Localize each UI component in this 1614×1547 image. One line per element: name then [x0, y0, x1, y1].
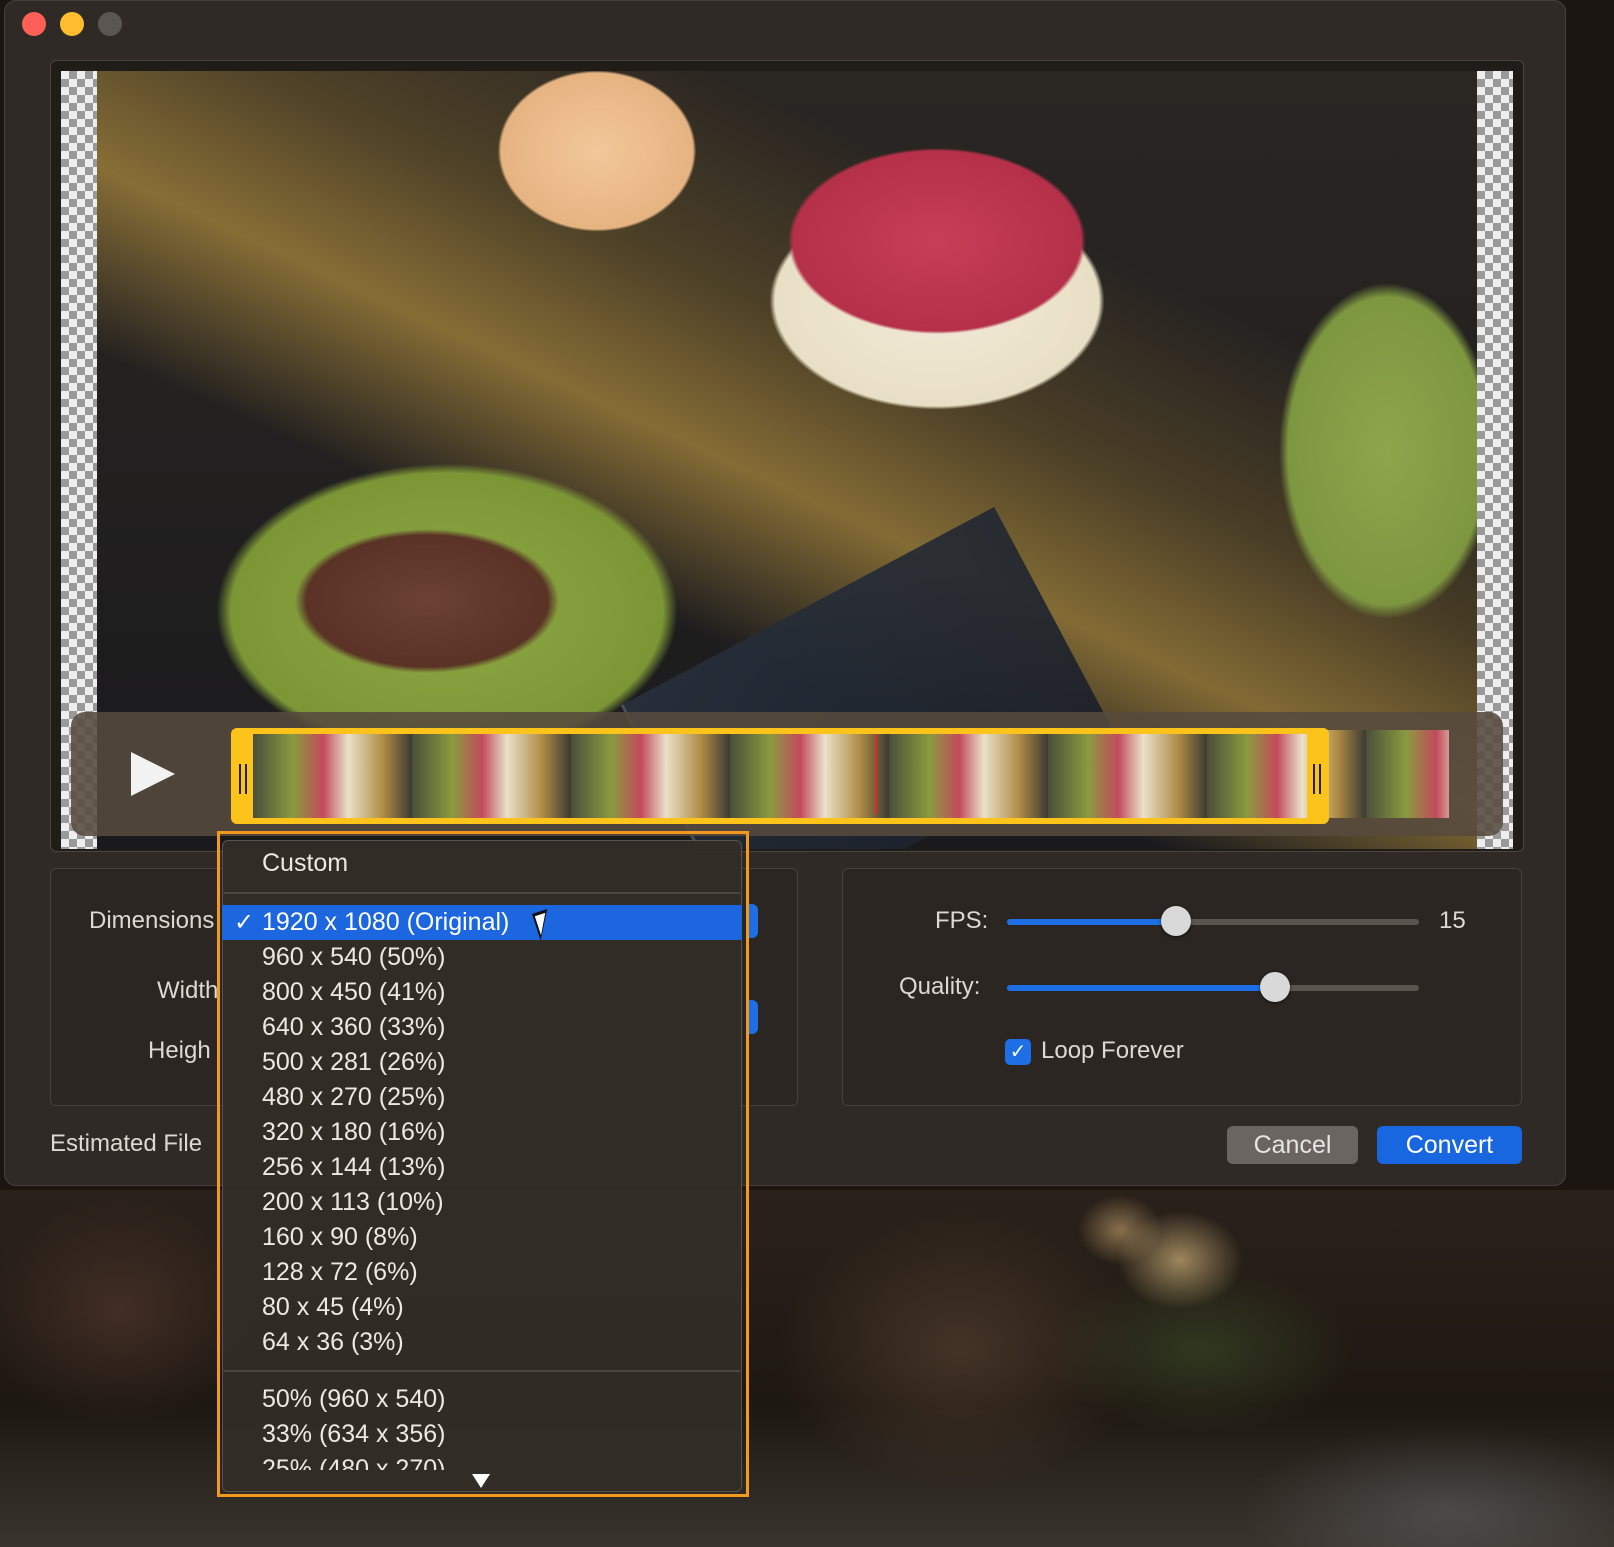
loop-forever-checkbox[interactable]: ✓: [1005, 1039, 1031, 1065]
menu-item-custom[interactable]: Custom: [222, 846, 742, 881]
menu-item-size[interactable]: 640 x 360 (33%): [222, 1010, 742, 1045]
quality-slider-knob[interactable]: [1259, 972, 1290, 1002]
menu-item-label: 200 x 113 (10%): [262, 1188, 444, 1216]
checkmark-icon: ✓: [234, 909, 255, 936]
fps-value: 15: [1439, 907, 1466, 934]
quality-slider-fill: [1007, 985, 1275, 991]
menu-separator: [222, 1370, 742, 1372]
menu-item-percentage[interactable]: 50% (960 x 540): [222, 1382, 742, 1417]
menu-item-label: 128 x 72 (6%): [262, 1258, 418, 1286]
menu-item-label: 50% (960 x 540): [262, 1385, 446, 1413]
menu-item-label: 960 x 540 (50%): [262, 943, 446, 971]
menu-item-size[interactable]: 960 x 540 (50%): [222, 940, 742, 975]
menu-item-size[interactable]: 80 x 45 (4%): [222, 1290, 742, 1325]
fps-slider-knob[interactable]: [1160, 906, 1191, 936]
quality-label: Quality:: [899, 973, 981, 1000]
loop-forever-label: Loop Forever: [1041, 1037, 1184, 1064]
menu-item-label: 160 x 90 (8%): [262, 1223, 418, 1251]
play-button[interactable]: [131, 752, 175, 796]
menu-item-size[interactable]: 128 x 72 (6%): [222, 1255, 742, 1290]
timeline-bar: [71, 712, 1503, 836]
trim-start-handle[interactable]: [239, 764, 247, 794]
zoom-window-button[interactable]: [98, 12, 122, 36]
fps-slider-fill: [1007, 919, 1176, 925]
trim-selection[interactable]: [231, 728, 1329, 824]
menu-item-label: 500 x 281 (26%): [262, 1048, 446, 1076]
menu-item-label: 1920 x 1080 (Original): [262, 908, 510, 936]
dimensions-label: Dimensions: [89, 907, 215, 934]
menu-item-label: 320 x 180 (16%): [262, 1118, 446, 1146]
menu-item-label: 800 x 450 (41%): [262, 978, 446, 1006]
menu-item-size[interactable]: 200 x 113 (10%): [222, 1185, 742, 1220]
height-label: Heigh: [148, 1037, 211, 1064]
estimated-file-size-label: Estimated File: [50, 1130, 203, 1157]
cancel-button[interactable]: Cancel: [1227, 1126, 1358, 1164]
minimize-window-button[interactable]: [60, 12, 84, 36]
menu-item-label: 80 x 45 (4%): [262, 1293, 404, 1321]
fps-label: FPS:: [935, 907, 989, 934]
convert-button[interactable]: Convert: [1377, 1126, 1522, 1164]
playhead[interactable]: [874, 734, 877, 814]
menu-item-size[interactable]: 480 x 270 (25%): [222, 1080, 742, 1115]
menu-item-size[interactable]: 256 x 144 (13%): [222, 1150, 742, 1185]
trim-end-handle[interactable]: [1313, 764, 1321, 794]
dimensions-dropdown-menu: Custom ✓ 1920 x 1080 (Original) 960 x 54…: [222, 840, 742, 1492]
menu-item-label: 256 x 144 (13%): [262, 1153, 446, 1181]
menu-item-size[interactable]: 160 x 90 (8%): [222, 1220, 742, 1255]
menu-item-label: 25% (480 x 270): [262, 1455, 446, 1470]
menu-separator: [222, 892, 742, 894]
menu-item-size[interactable]: 800 x 450 (41%): [222, 975, 742, 1010]
menu-item-percentage[interactable]: 25% (480 x 270): [222, 1452, 742, 1470]
menu-item-size[interactable]: 64 x 36 (3%): [222, 1325, 742, 1360]
output-options-panel: FPS: 15 Quality: ✓ Loop Forever: [842, 868, 1522, 1106]
width-label: Width: [157, 977, 219, 1004]
menu-item-label: 480 x 270 (25%): [262, 1083, 446, 1111]
menu-item-percentage[interactable]: 33% (634 x 356): [222, 1417, 742, 1452]
menu-item-label: Custom: [262, 849, 349, 877]
menu-item-size[interactable]: 500 x 281 (26%): [222, 1045, 742, 1080]
quality-slider[interactable]: [1007, 972, 1419, 1002]
menu-item-label: 64 x 36 (3%): [262, 1328, 404, 1356]
close-window-button[interactable]: [22, 12, 46, 36]
menu-item-original[interactable]: ✓ 1920 x 1080 (Original): [222, 905, 742, 940]
video-preview: [50, 60, 1524, 852]
fps-slider[interactable]: [1007, 906, 1419, 936]
menu-item-size[interactable]: 320 x 180 (16%): [222, 1115, 742, 1150]
menu-item-label: 33% (634 x 356): [262, 1420, 446, 1448]
scroll-down-arrow-icon[interactable]: [472, 1474, 490, 1488]
menu-item-label: 640 x 360 (33%): [262, 1013, 446, 1041]
